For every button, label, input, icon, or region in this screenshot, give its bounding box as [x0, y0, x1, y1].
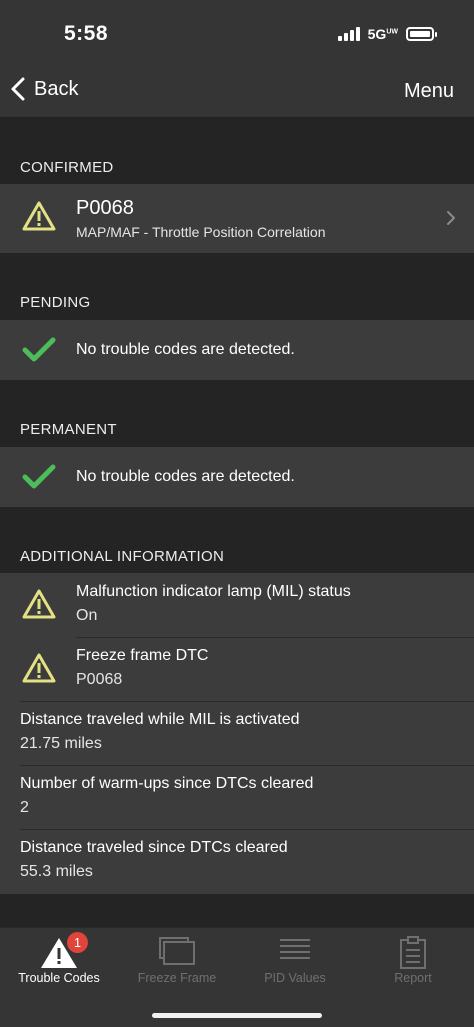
dtc-code: P0068 [76, 197, 134, 219]
permanent-message: No trouble codes are detected. [76, 468, 295, 485]
back-label: Back [34, 77, 79, 100]
list-icon [280, 939, 310, 959]
tab-label: PID Values [264, 971, 326, 985]
info-value-distance-cleared: 55.3 miles [20, 863, 93, 880]
pending-message: No trouble codes are detected. [76, 341, 295, 358]
section-header-pending: PENDING [20, 294, 91, 311]
cellular-signal-icon [337, 27, 360, 41]
section-header-additional-information: ADDITIONAL INFORMATION [20, 548, 225, 565]
dtc-description: MAP/MAF - Throttle Position Correlation [76, 224, 326, 240]
tab-label: Trouble Codes [18, 971, 100, 985]
divider [20, 829, 474, 830]
tab-label: Freeze Frame [137, 971, 217, 985]
tab-label: Report [394, 971, 432, 985]
network-type: 5GUW [367, 26, 398, 42]
tab-bar: 1 Trouble Codes Freeze Frame PID Values … [0, 927, 474, 1027]
freeze-frame-icon [159, 937, 195, 965]
warning-icon [22, 653, 56, 683]
tab-pid-values[interactable]: PID Values [236, 928, 354, 998]
tab-trouble-codes[interactable]: 1 Trouble Codes [0, 928, 118, 998]
tab-report[interactable]: Report [354, 928, 472, 998]
permanent-row: No trouble codes are detected. [0, 447, 474, 507]
info-label-freeze-frame-dtc: Freeze frame DTC [76, 647, 209, 664]
info-value-distance-mil: 21.75 miles [20, 735, 102, 752]
divider [20, 765, 474, 766]
section-header-permanent: PERMANENT [20, 421, 117, 438]
info-value-mil-status: On [76, 607, 98, 624]
clipboard-icon [400, 936, 426, 969]
navigation-bar: Back Menu [0, 64, 474, 118]
tab-icon-wrapper: 1 [39, 932, 88, 970]
status-time: 5:58 [64, 22, 109, 45]
status-bar: 5:58 5GUW [0, 0, 474, 64]
info-label-distance-mil: Distance traveled while MIL is activated [20, 711, 300, 728]
chevron-left-icon [11, 77, 25, 101]
back-button[interactable]: Back [10, 76, 78, 102]
info-value-freeze-frame-dtc: P0068 [76, 671, 123, 688]
info-label-distance-cleared: Distance traveled since DTCs cleared [20, 839, 288, 856]
tab-freeze-frame[interactable]: Freeze Frame [118, 928, 236, 998]
chevron-right-icon [447, 211, 455, 225]
info-label-mil-status: Malfunction indicator lamp (MIL) status [76, 583, 351, 600]
battery-icon [406, 27, 437, 41]
checkmark-icon [22, 337, 56, 362]
info-value-warm-ups: 2 [20, 799, 29, 816]
divider [76, 637, 474, 638]
notification-badge: 1 [67, 932, 88, 953]
pending-row: No trouble codes are detected. [0, 320, 474, 380]
menu-button[interactable]: Menu [404, 80, 454, 103]
divider [20, 701, 474, 702]
checkmark-icon [22, 464, 56, 489]
additional-info-list: Malfunction indicator lamp (MIL) status … [0, 573, 474, 894]
status-indicators: 5GUW [337, 26, 437, 42]
warning-icon [22, 201, 56, 231]
warning-icon [22, 589, 56, 619]
section-header-confirmed: CONFIRMED [20, 159, 114, 176]
dtc-row-confirmed[interactable]: P0068 MAP/MAF - Throttle Position Correl… [0, 184, 474, 253]
info-label-warm-ups: Number of warm-ups since DTCs cleared [20, 775, 314, 792]
home-indicator[interactable] [152, 1013, 322, 1018]
